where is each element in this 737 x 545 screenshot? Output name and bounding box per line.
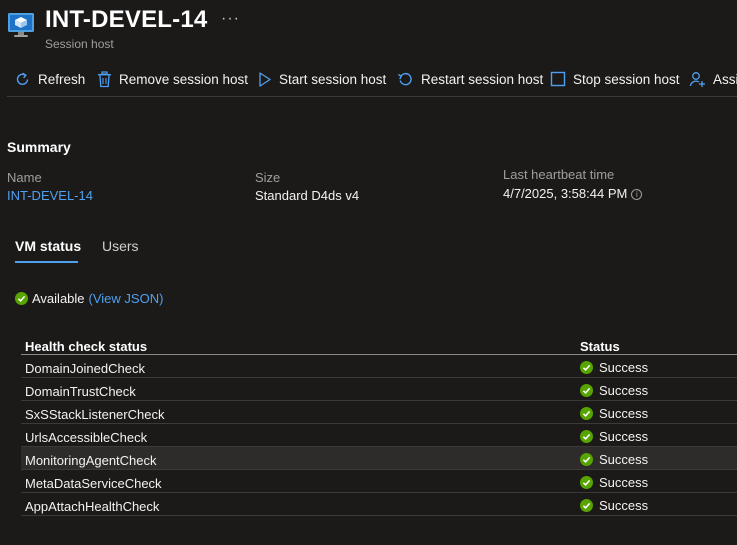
add-user-icon [689,71,705,87]
health-check-name: AppAttachHealthCheck [25,499,160,514]
heartbeat-field: 4/7/2025, 3:58:44 PM i [503,186,643,201]
status-text: Success [599,452,649,467]
table-row[interactable]: DomainTrustCheck Success [21,378,737,401]
stop-session-host-button[interactable]: Stop session host [550,68,680,90]
size-value: Standard D4ds v4 [255,188,360,203]
name-link[interactable]: INT-DEVEL-14 [7,188,93,203]
more-options-icon[interactable]: ··· [221,10,240,28]
health-check-name: MetaDataServiceCheck [25,476,162,491]
available-label: Available [32,291,85,306]
assign-label: Assi [713,71,737,87]
restart-icon [398,72,412,85]
success-check-icon [580,384,593,397]
health-check-name: DomainTrustCheck [25,384,136,399]
availability-status: Available (View JSON) [15,291,163,306]
success-check-icon [580,430,593,443]
health-check-status: Success [580,452,648,467]
size-label: Size [255,170,281,185]
health-check-status: Success [580,383,648,398]
health-check-status: Success [580,360,648,375]
status-text: Success [599,429,649,444]
table-row[interactable]: UrlsAccessibleCheck Success [21,424,737,447]
info-icon[interactable]: i [631,189,643,200]
table-row[interactable]: SxSStackListenerCheck Success [21,401,737,424]
health-check-name: MonitoringAgentCheck [25,453,157,468]
table-row[interactable]: AppAttachHealthCheck Success [21,493,737,516]
tab-users[interactable]: Users [102,238,139,254]
remove-session-host-label: Remove session host [119,71,249,87]
status-text: Success [599,475,649,490]
summary-heading: Summary [7,139,71,155]
trash-icon [98,70,111,87]
page-title: INT-DEVEL-14 [45,6,208,33]
status-text: Success [599,383,649,398]
table-row[interactable]: MetaDataServiceCheck Success [21,470,737,493]
view-json-link[interactable]: (View JSON) [89,291,164,306]
table-header-row: Health check status Status [21,337,737,355]
health-check-name: SxSStackListenerCheck [25,407,165,422]
status-text: Success [599,406,649,421]
success-check-icon [580,407,593,420]
health-check-status: Success [580,429,648,444]
restart-session-host-button[interactable]: Restart session host [397,68,543,90]
success-check-icon [580,361,593,374]
table-row[interactable]: MonitoringAgentCheck Success [21,447,737,470]
health-check-status: Success [580,406,648,421]
success-check-icon [580,453,593,466]
stop-icon [550,71,566,86]
remove-session-host-button[interactable]: Remove session host [97,68,248,90]
tab-vm-status[interactable]: VM status [15,238,81,254]
command-toolbar: Refresh Remove session host Start sessio… [0,62,737,97]
health-check-name: UrlsAccessibleCheck [25,430,148,445]
stop-session-host-label: Stop session host [573,71,680,87]
health-check-status: Success [580,498,648,513]
session-host-icon [7,11,35,39]
column-header-status[interactable]: Status [580,339,620,354]
status-text: Success [599,360,649,375]
health-check-status: Success [580,475,648,490]
heartbeat-label: Last heartbeat time [503,167,615,182]
page-subtitle: Session host [45,37,114,51]
start-session-host-button[interactable]: Start session host [258,68,386,90]
status-text: Success [599,498,649,513]
toolbar-divider [7,96,737,97]
health-check-table: Health check status Status DomainJoinedC… [21,337,737,516]
refresh-label: Refresh [38,71,86,87]
health-check-name: DomainJoinedCheck [25,361,145,376]
restart-session-host-label: Restart session host [421,71,544,87]
active-tab-indicator [15,261,78,263]
start-session-host-label: Start session host [279,71,387,87]
column-header-check[interactable]: Health check status [25,339,147,354]
heartbeat-value: 4/7/2025, 3:58:44 PM [503,186,628,201]
assign-button[interactable]: Assi [689,68,737,90]
play-icon [259,71,271,87]
success-check-icon [580,499,593,512]
success-check-icon [580,476,593,489]
name-label: Name [7,170,42,185]
available-check-icon [15,292,28,305]
table-row[interactable]: DomainJoinedCheck Success [21,355,737,378]
refresh-icon [16,72,29,85]
refresh-button[interactable]: Refresh [14,68,85,90]
